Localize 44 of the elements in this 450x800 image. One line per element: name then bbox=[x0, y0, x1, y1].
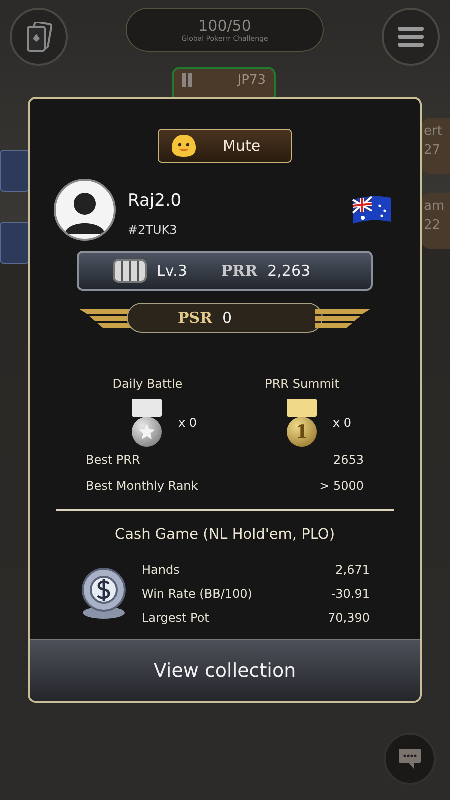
cards-icon bbox=[26, 22, 52, 52]
chat-bubble-icon bbox=[398, 748, 422, 770]
psr-value: 0 bbox=[222, 309, 232, 327]
medal-count: x 0 bbox=[178, 416, 197, 430]
psr-label: PSR bbox=[178, 309, 213, 327]
card-stack-icon bbox=[0, 222, 30, 264]
level-text: Lv.3 bbox=[157, 262, 188, 280]
chip-count: 22 bbox=[424, 218, 442, 233]
player-seat[interactable]: ert 27 bbox=[422, 118, 450, 174]
record-label: Best Monthly Rank bbox=[86, 479, 198, 493]
level-bars-icon bbox=[182, 73, 194, 87]
stat-label: Win Rate (BB/100) bbox=[142, 587, 252, 601]
view-collection-button[interactable]: View collection bbox=[30, 639, 420, 701]
player-name: am bbox=[424, 199, 446, 214]
medal-count: x 0 bbox=[333, 416, 352, 430]
record-value: 2653 bbox=[333, 453, 364, 467]
chip-count: 27 bbox=[424, 143, 442, 158]
player-name: Raj2.0 bbox=[128, 191, 182, 211]
player-tag: #2TUK3 bbox=[128, 223, 182, 237]
prr-label: PRR bbox=[221, 262, 258, 280]
player-seat[interactable]: am 22 bbox=[422, 193, 450, 249]
stat-label: Largest Pot bbox=[142, 611, 210, 625]
player-name: JP73 bbox=[238, 73, 266, 88]
flag-icon bbox=[352, 194, 392, 226]
medal-icon bbox=[132, 399, 162, 447]
mute-button[interactable]: Mute bbox=[158, 129, 292, 163]
stat-label: Hands bbox=[142, 563, 180, 577]
level-bars-icon bbox=[113, 259, 147, 283]
stat-value: 2,671 bbox=[336, 563, 370, 577]
player-name: ert bbox=[424, 124, 444, 139]
record-value: > 5000 bbox=[320, 479, 364, 493]
section-title: Cash Game (NL Hold'em, PLO) bbox=[115, 527, 335, 543]
blinds-text: 100/50 bbox=[198, 17, 252, 35]
medal-title: Daily Battle bbox=[112, 377, 183, 391]
smiley-icon bbox=[171, 134, 197, 158]
stat-value: 70,390 bbox=[328, 611, 370, 625]
record-label: Best PRR bbox=[86, 453, 140, 467]
medal-title: PRR Summit bbox=[265, 377, 340, 391]
wing-icon bbox=[315, 307, 371, 329]
dollar-chip-icon bbox=[80, 568, 128, 620]
prr-value: 2,263 bbox=[268, 262, 311, 280]
stat-value: -30.91 bbox=[331, 587, 370, 601]
card-stack-icon bbox=[0, 150, 30, 192]
menu-icon bbox=[398, 26, 424, 48]
